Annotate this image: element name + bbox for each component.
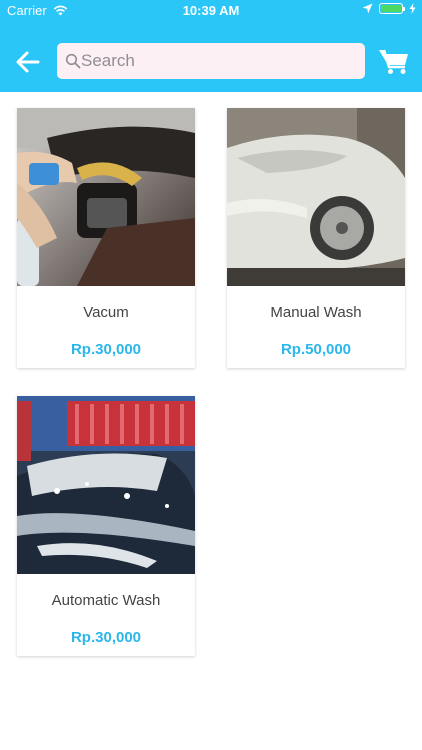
product-title: Manual Wash — [270, 304, 362, 321]
product-price: Rp.30,000 — [70, 341, 142, 358]
battery-icon — [379, 3, 405, 14]
charging-bolt-icon — [409, 3, 416, 14]
product-card[interactable]: Automatic Wash Rp.30,000 — [17, 396, 195, 656]
location-arrow-icon — [362, 3, 373, 14]
product-image-manual-wash — [227, 108, 405, 286]
search-box[interactable] — [57, 43, 365, 79]
product-price: Rp.50,000 — [280, 341, 352, 358]
cart-icon — [379, 49, 408, 74]
cart-button[interactable] — [378, 47, 410, 75]
product-price: Rp.30,000 — [70, 629, 142, 646]
clock: 10:39 AM — [182, 3, 240, 18]
product-card[interactable]: Vacum Rp.30,000 — [17, 108, 195, 368]
search-input[interactable] — [81, 43, 357, 79]
product-title: Vacum — [83, 304, 129, 321]
product-image-vacum — [17, 108, 195, 286]
product-card[interactable]: Manual Wash Rp.50,000 — [227, 108, 405, 368]
top-bar: Carrier 10:39 AM — [0, 0, 422, 92]
arrow-left-icon — [16, 51, 40, 73]
product-title: Automatic Wash — [51, 592, 161, 609]
status-right — [362, 3, 416, 14]
status-bar: Carrier 10:39 AM — [0, 0, 422, 22]
back-button[interactable] — [14, 48, 42, 76]
search-icon — [65, 53, 81, 69]
product-image-automatic-wash — [17, 396, 195, 574]
